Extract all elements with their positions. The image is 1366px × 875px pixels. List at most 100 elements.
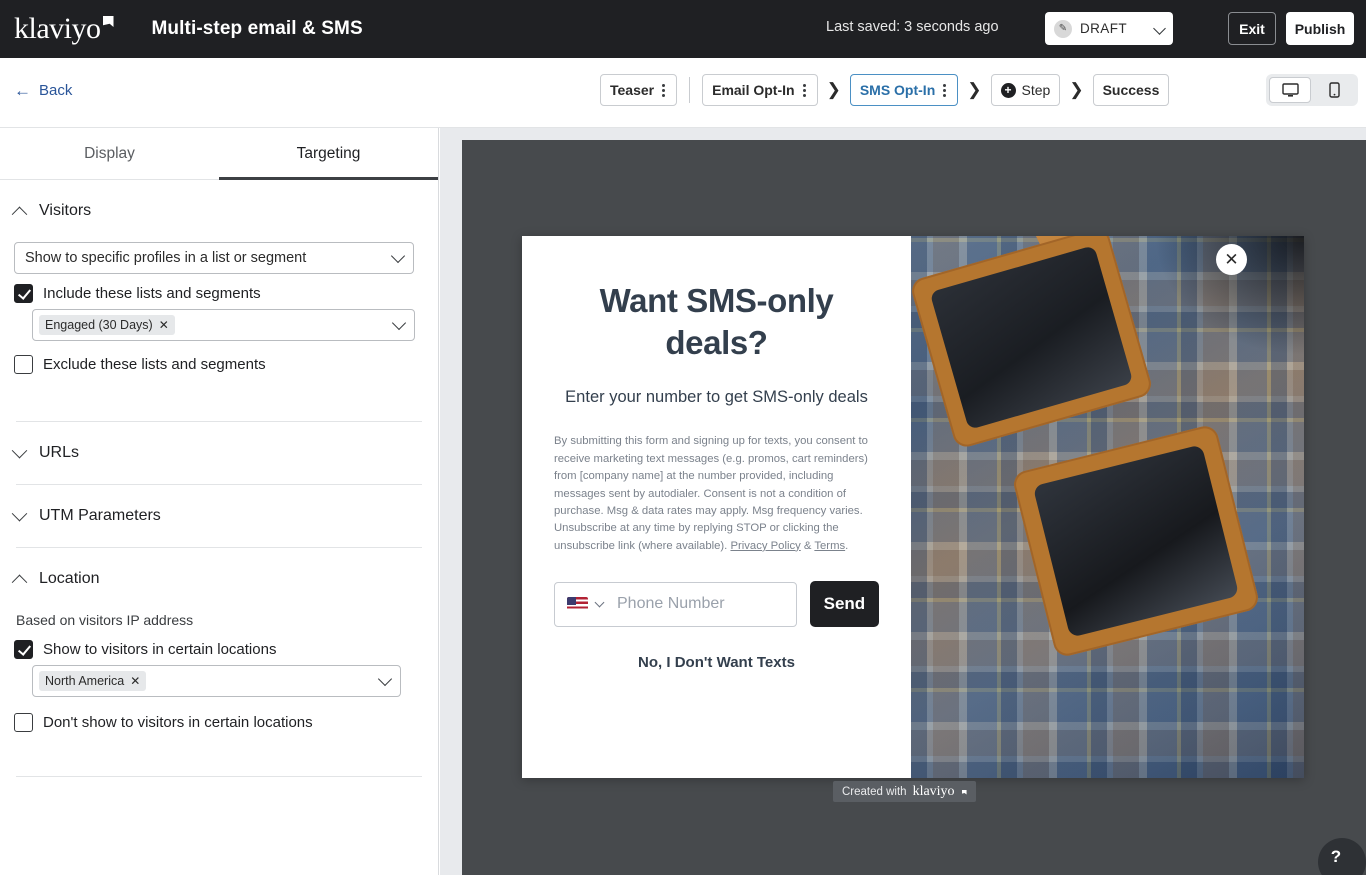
lens-glass [929, 245, 1134, 430]
step-label: Success [1102, 82, 1160, 98]
show-locations-select[interactable]: North America ✕ [32, 665, 401, 697]
include-lists-select[interactable]: Engaged (30 Days) ✕ [32, 309, 415, 341]
audience-select-value: Show to specific profiles in a list or s… [25, 250, 307, 266]
close-form-button[interactable]: ✕ [1216, 244, 1247, 275]
chevron-down-icon [390, 248, 406, 264]
include-lists-checkbox[interactable] [14, 284, 33, 303]
show-locations-checkbox[interactable] [14, 640, 33, 659]
chevron-down-icon [1153, 22, 1166, 35]
app-root: klaviyo Multi-step email & SMS Last save… [0, 0, 1366, 875]
desktop-icon [1281, 82, 1299, 97]
terms-link[interactable]: Terms [814, 540, 845, 552]
badge-prefix: Created with [842, 785, 907, 798]
section-title: Location [39, 570, 100, 587]
hide-locations-checkbox[interactable] [14, 713, 33, 732]
remove-tag-icon[interactable]: ✕ [159, 318, 169, 332]
section-title: Visitors [39, 202, 92, 219]
legal-end: . [845, 539, 849, 552]
mobile-view-button[interactable] [1313, 77, 1355, 103]
chevron-up-icon [11, 206, 28, 222]
klaviyo-flag-icon [961, 789, 967, 795]
editor-toolbar: ← Back Teaser Email Opt-In ❯ SMS Opt-In … [0, 58, 1366, 128]
targeting-sidebar: Display Targeting Visitors Show to speci… [0, 128, 439, 875]
preview-canvas: Want SMS-only deals? Enter your number t… [440, 128, 1366, 875]
show-locations-row[interactable]: Show to visitors in certain locations [14, 640, 424, 659]
sidebar-tabs: Display Targeting [0, 128, 438, 180]
help-icon: ? [1330, 847, 1342, 866]
created-with-klaviyo-badge: Created with klaviyo [833, 781, 976, 802]
section-location-header[interactable]: Location [11, 548, 424, 610]
send-button[interactable]: Send [809, 581, 879, 628]
top-bar: klaviyo Multi-step email & SMS Last save… [0, 0, 1366, 58]
form-headline: Want SMS-only deals? [599, 282, 834, 362]
step-divider [689, 77, 691, 103]
status-dropdown[interactable]: ✎ DRAFT [1045, 12, 1173, 45]
publish-button[interactable]: Publish [1286, 12, 1354, 45]
klaviyo-logo[interactable]: klaviyo [14, 14, 114, 44]
step-teaser[interactable]: Teaser [600, 74, 678, 106]
form-subheadline: Enter your number to get SMS-only deals [565, 388, 868, 407]
klaviyo-logo-text: klaviyo [14, 12, 101, 45]
dismiss-link[interactable]: No, I Don't Want Texts [554, 654, 879, 671]
remove-tag-icon[interactable]: ✕ [130, 674, 140, 688]
hide-locations-label: Don't show to visitors in certain locati… [43, 714, 313, 731]
legal-amp: & [800, 539, 815, 552]
step-label: SMS Opt-In [859, 82, 936, 98]
step-label: Teaser [610, 82, 655, 98]
include-tag-label: Engaged (30 Days) [45, 318, 153, 332]
modal-content: Want SMS-only deals? Enter your number t… [522, 236, 911, 778]
section-urls-header[interactable]: URLs [11, 422, 424, 484]
divider [16, 776, 422, 777]
chevron-down-icon [11, 442, 28, 458]
section-visitors-header[interactable]: Visitors [11, 180, 424, 242]
sms-optin-modal: Want SMS-only deals? Enter your number t… [522, 236, 1304, 778]
section-utm-header[interactable]: UTM Parameters [11, 485, 424, 547]
step-menu-icon[interactable] [660, 82, 667, 99]
step-menu-icon[interactable] [801, 82, 808, 99]
tab-targeting[interactable]: Targeting [219, 128, 438, 180]
chevron-right-icon: ❯ [967, 80, 982, 99]
chevron-right-icon: ❯ [1069, 80, 1084, 99]
exclude-lists-row[interactable]: Exclude these lists and segments [14, 355, 424, 374]
back-button[interactable]: ← Back [14, 82, 72, 99]
phone-number-input[interactable]: Phone Number [554, 581, 797, 627]
phone-entry-row: Phone Number Send [554, 581, 879, 628]
include-lists-label: Include these lists and segments [43, 285, 261, 302]
arrow-left-icon: ← [14, 81, 31, 100]
add-step-button[interactable]: + Step [990, 74, 1061, 106]
form-legal-text: By submitting this form and signing up f… [554, 433, 879, 555]
include-tag: Engaged (30 Days) ✕ [39, 315, 175, 335]
exclude-lists-checkbox[interactable] [14, 355, 33, 374]
chevron-down-icon [11, 505, 28, 521]
privacy-policy-link[interactable]: Privacy Policy [730, 540, 800, 552]
step-email-opt-in[interactable]: Email Opt-In [702, 74, 818, 106]
page-title: Multi-step email & SMS [151, 18, 363, 39]
form-image [911, 236, 1304, 778]
section-title: UTM Parameters [39, 507, 161, 524]
phone-placeholder: Phone Number [617, 595, 725, 613]
step-success[interactable]: Success [1092, 74, 1170, 106]
include-lists-row[interactable]: Include these lists and segments [14, 284, 424, 303]
legal-body: By submitting this form and signing up f… [554, 435, 868, 552]
chevron-down-icon [391, 315, 407, 331]
status-value: DRAFT [1080, 21, 1127, 36]
badge-logo-text: klaviyo [912, 783, 955, 799]
chevron-up-icon [11, 574, 28, 590]
plus-icon: + [1000, 82, 1016, 98]
step-sms-opt-in[interactable]: SMS Opt-In [849, 74, 959, 106]
tab-display[interactable]: Display [0, 128, 219, 179]
klaviyo-flag-icon [102, 16, 114, 27]
last-saved-status: Last saved: 3 seconds ago [826, 19, 999, 35]
section-title: URLs [39, 444, 80, 461]
desktop-view-button[interactable] [1269, 77, 1312, 103]
chevron-down-icon [377, 671, 393, 687]
hide-locations-row[interactable]: Don't show to visitors in certain locati… [14, 713, 424, 732]
sunglasses-lens-left [911, 236, 1155, 450]
location-tag-label: North America [45, 674, 125, 688]
step-label: Step [1021, 82, 1051, 98]
chevron-down-icon[interactable] [594, 597, 605, 608]
device-preview-toggle [1266, 74, 1358, 106]
audience-select[interactable]: Show to specific profiles in a list or s… [14, 242, 414, 274]
step-menu-icon[interactable] [941, 82, 948, 99]
exit-button[interactable]: Exit [1228, 12, 1276, 45]
